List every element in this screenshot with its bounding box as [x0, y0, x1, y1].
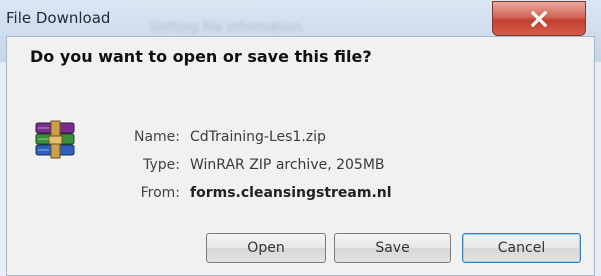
- from-label: From:: [140, 185, 180, 201]
- dialog-question: Do you want to open or save this file?: [30, 47, 372, 66]
- window-title: File Download: [6, 9, 111, 27]
- file-source-row: From: forms.cleansingstream.nl: [100, 185, 392, 201]
- blurred-caption: Getting file information: [150, 20, 302, 35]
- winrar-archive-icon: [35, 120, 75, 159]
- file-name-row: Name: CdTraining-Les1.zip: [100, 129, 326, 145]
- cancel-button[interactable]: Cancel: [462, 233, 581, 263]
- name-label: Name:: [133, 129, 180, 145]
- type-label: Type:: [143, 157, 180, 173]
- close-icon: [530, 10, 548, 27]
- close-button[interactable]: [492, 1, 586, 36]
- file-name: CdTraining-Les1.zip: [190, 129, 326, 145]
- open-button[interactable]: Open: [206, 233, 326, 263]
- file-source: forms.cleansingstream.nl: [190, 185, 392, 201]
- file-type-row: Type: WinRAR ZIP archive, 205MB: [100, 157, 385, 173]
- file-type: WinRAR ZIP archive, 205MB: [190, 157, 385, 173]
- save-button[interactable]: Save: [334, 233, 451, 263]
